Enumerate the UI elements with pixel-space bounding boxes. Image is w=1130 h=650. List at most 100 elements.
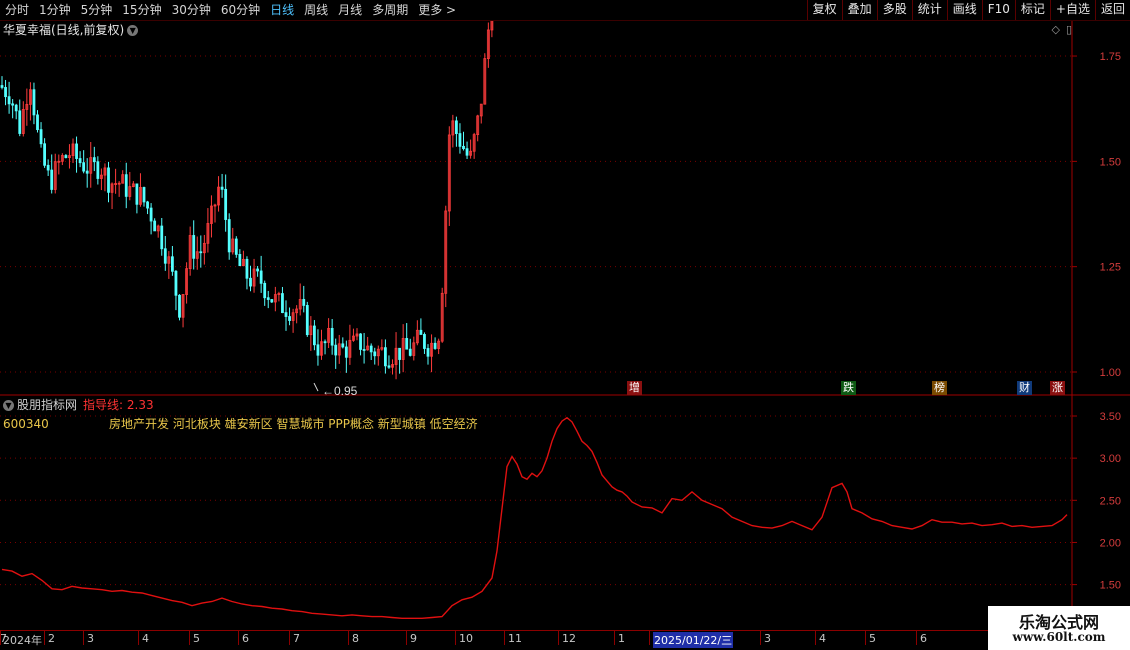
date-label-11: 12	[562, 632, 576, 645]
date-tick	[138, 631, 139, 645]
candle-body	[270, 299, 274, 303]
date-tick	[504, 631, 505, 645]
candle-body	[344, 346, 348, 358]
toolbar-button-8[interactable]: 返回	[1094, 0, 1130, 20]
candle-body	[426, 348, 430, 357]
candle-body	[75, 143, 78, 159]
indicator-y-tick-label: 3.50	[1100, 411, 1121, 423]
date-tick	[455, 631, 456, 645]
toolbar-button-2[interactable]: 多股	[876, 0, 912, 20]
period-tab-7[interactable]: 周线	[299, 0, 333, 20]
event-tag-0[interactable]: 增	[627, 381, 642, 395]
main-y-tick-label: 1.75	[1100, 51, 1121, 63]
candle-body	[419, 329, 423, 335]
candle-body	[458, 133, 462, 147]
chevron-down-icon[interactable]: ▼	[3, 400, 14, 411]
toolbar-button-7[interactable]: +自选	[1049, 0, 1095, 20]
period-tab-5[interactable]: 60分钟	[216, 0, 265, 20]
period-tabs: 分时 1分钟 5分钟 15分钟 30分钟 60分钟 日线 周线 月线 多周期 更多 >	[0, 0, 461, 20]
event-tag-4[interactable]: 涨	[1050, 381, 1065, 395]
candle-body	[107, 167, 110, 193]
date-tick	[406, 631, 407, 645]
main-chart-title[interactable]: 华夏幸福(日线,前复权) ▼	[3, 22, 139, 38]
date-axis: 2024年 2 3 4 5 6 7 8 9 10 11 12 1 2025/01/22/三 3 4 5 6 7	[0, 630, 990, 648]
stock-code: 600340	[3, 417, 49, 431]
period-tab-3[interactable]: 15分钟	[117, 0, 166, 20]
toolbar-button-5[interactable]: F10	[981, 0, 1015, 20]
indicator-y-tick-label: 2.00	[1100, 537, 1121, 549]
candle-body	[135, 183, 139, 205]
stock-title-label: 华夏幸福(日线,前复权)	[3, 23, 125, 37]
date-label-18: 7	[0, 632, 7, 645]
indicator-y-tick-label: 1.50	[1100, 580, 1121, 592]
chevron-down-icon[interactable]: ▼	[127, 25, 139, 36]
toolbar-button-0[interactable]: 复权	[806, 0, 842, 20]
maximize-icon[interactable]: ▯	[1066, 23, 1072, 36]
candle-body	[405, 338, 409, 350]
event-tag-2[interactable]: 榜	[932, 381, 947, 395]
candle-body	[373, 351, 377, 357]
candle-body	[32, 89, 36, 116]
candle-body	[224, 188, 228, 220]
date-label-5: 6	[242, 632, 249, 645]
event-tag-1[interactable]: 跌	[841, 381, 856, 395]
toolbar-button-6[interactable]: 标记	[1014, 0, 1050, 20]
candle-body	[281, 293, 284, 314]
candle-body	[245, 258, 249, 279]
period-tab-2[interactable]: 5分钟	[76, 0, 118, 20]
watermark: 乐淘公式网 www.60lt.com	[988, 606, 1130, 650]
period-tab-0[interactable]: 分时	[0, 0, 34, 20]
indicator-y-tick-label: 2.50	[1100, 495, 1121, 507]
main-y-tick-label: 1.25	[1100, 262, 1121, 274]
candle-body	[39, 129, 43, 145]
candle-body	[256, 268, 260, 272]
candle-body	[234, 238, 238, 255]
candle-body	[227, 219, 231, 253]
date-label-1: 2	[48, 632, 55, 645]
candle-body	[178, 294, 181, 318]
candle-body	[174, 270, 178, 296]
low-pointer	[313, 382, 319, 392]
date-label-3: 4	[142, 632, 149, 645]
top-toolbar: 分时 1分钟 5分钟 15分钟 30分钟 60分钟 日线 周线 月线 多周期 更多 > 复权 叠加 多股…	[0, 0, 1130, 21]
watermark-url: www.60lt.com	[1012, 630, 1106, 644]
panel-window-controls: ◇ ▯	[1045, 23, 1072, 36]
date-label-0: 2024年	[3, 634, 42, 647]
period-tab-6[interactable]: 日线	[265, 0, 299, 20]
candle-body	[92, 157, 96, 163]
diamond-icon[interactable]: ◇	[1051, 23, 1059, 36]
candle-body	[4, 87, 7, 98]
event-tag-3[interactable]: 财	[1017, 381, 1032, 395]
toolbar-button-3[interactable]: 统计	[911, 0, 947, 20]
main-y-tick-label: 1.50	[1100, 156, 1121, 168]
candle-body	[220, 186, 224, 190]
period-tab-4[interactable]: 30分钟	[167, 0, 216, 20]
low-price-label: ←0.95	[322, 384, 358, 398]
date-tick	[815, 631, 816, 645]
date-tick	[238, 631, 239, 645]
candle-body	[11, 103, 15, 106]
candle-body	[50, 169, 54, 190]
period-tab-9[interactable]: 多周期	[367, 0, 413, 20]
period-tab-10[interactable]: 更多 >	[413, 0, 461, 20]
period-tab-8[interactable]: 月线	[333, 0, 367, 20]
candle-body	[96, 161, 100, 179]
candle-body	[383, 347, 387, 367]
toolbar-button-4[interactable]: 画线	[946, 0, 982, 20]
candle-body	[160, 225, 164, 250]
candle-body	[64, 155, 68, 159]
date-label-6: 7	[293, 632, 300, 645]
toolbar-button-1[interactable]: 叠加	[841, 0, 877, 20]
date-label-7: 8	[352, 632, 359, 645]
candle-body	[341, 343, 345, 348]
indicator-title[interactable]: ▼ 股朋指标网 指导线: 2.33	[3, 397, 154, 413]
date-label-17: 6	[920, 632, 927, 645]
date-tick	[83, 631, 84, 645]
candle-body	[149, 207, 153, 222]
candle-body	[266, 297, 270, 300]
period-tab-1[interactable]: 1分钟	[34, 0, 76, 20]
date-label-15: 4	[819, 632, 826, 645]
candle-body	[454, 120, 458, 134]
candle-body	[330, 327, 334, 346]
candle-body	[312, 325, 316, 346]
